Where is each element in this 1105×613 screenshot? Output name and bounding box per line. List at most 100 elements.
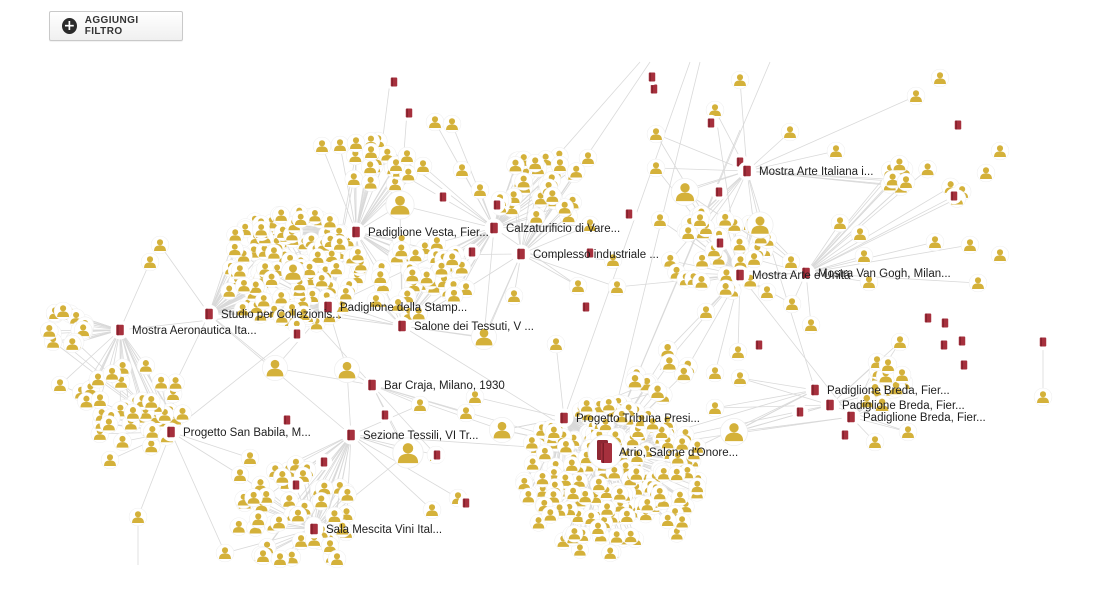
person-node[interactable] bbox=[53, 301, 73, 321]
place-node[interactable] bbox=[1034, 333, 1052, 351]
person-node[interactable] bbox=[688, 477, 707, 496]
place-node-tribuna[interactable] bbox=[554, 408, 574, 428]
place-node[interactable] bbox=[710, 183, 728, 201]
person-node[interactable] bbox=[925, 232, 945, 252]
person-node[interactable] bbox=[288, 506, 308, 525]
place-node[interactable] bbox=[315, 453, 333, 471]
person-node[interactable] bbox=[321, 212, 339, 231]
person-node[interactable] bbox=[334, 357, 360, 383]
place-node[interactable] bbox=[400, 104, 418, 122]
person-node[interactable] bbox=[960, 235, 980, 255]
person-node[interactable] bbox=[557, 437, 575, 456]
person-node[interactable] bbox=[781, 252, 801, 272]
place-node[interactable] bbox=[278, 411, 296, 429]
person-node[interactable] bbox=[254, 291, 273, 310]
person-node[interactable] bbox=[562, 456, 581, 474]
person-node[interactable] bbox=[442, 114, 462, 134]
place-node-sanbabila[interactable] bbox=[161, 422, 181, 442]
person-node[interactable] bbox=[705, 363, 725, 383]
person-node[interactable] bbox=[330, 135, 350, 155]
place-node-complesso[interactable] bbox=[511, 244, 531, 264]
person-node[interactable] bbox=[930, 68, 950, 88]
person-node[interactable] bbox=[599, 395, 618, 414]
person-node[interactable] bbox=[898, 422, 918, 442]
person-node[interactable] bbox=[780, 122, 800, 142]
person-node[interactable] bbox=[730, 235, 749, 254]
person-node[interactable] bbox=[577, 396, 596, 415]
person-node[interactable] bbox=[452, 160, 472, 180]
place-node[interactable] bbox=[620, 205, 638, 223]
person-node[interactable] bbox=[746, 211, 774, 239]
person-node[interactable] bbox=[90, 390, 110, 410]
person-node[interactable] bbox=[601, 544, 620, 562]
person-node[interactable] bbox=[650, 210, 670, 230]
place-node[interactable] bbox=[711, 234, 729, 252]
person-node[interactable] bbox=[658, 511, 677, 530]
person-node[interactable] bbox=[968, 273, 988, 293]
person-node[interactable] bbox=[113, 432, 132, 451]
person-node[interactable] bbox=[705, 398, 725, 418]
person-node[interactable] bbox=[801, 315, 821, 335]
person-node[interactable] bbox=[151, 373, 171, 392]
person-node[interactable] bbox=[526, 153, 545, 173]
person-node[interactable] bbox=[371, 267, 390, 287]
person-node[interactable] bbox=[504, 286, 524, 306]
person-node[interactable] bbox=[536, 444, 554, 463]
person-node[interactable] bbox=[50, 375, 70, 395]
person-node[interactable] bbox=[607, 527, 626, 546]
person-node[interactable] bbox=[716, 279, 735, 299]
person-node[interactable] bbox=[403, 266, 422, 285]
person-node[interactable] bbox=[336, 284, 355, 303]
person-node[interactable] bbox=[565, 524, 584, 543]
person-node[interactable] bbox=[564, 484, 582, 503]
person-node[interactable] bbox=[40, 321, 59, 340]
place-node[interactable] bbox=[791, 403, 809, 421]
person-node[interactable] bbox=[990, 141, 1010, 161]
person-node[interactable] bbox=[896, 172, 916, 192]
person-node[interactable] bbox=[470, 180, 490, 200]
person-node[interactable] bbox=[229, 517, 249, 536]
person-node[interactable] bbox=[325, 506, 344, 526]
person-node[interactable] bbox=[410, 395, 430, 415]
person-node[interactable] bbox=[270, 549, 290, 569]
person-node[interactable] bbox=[99, 415, 119, 434]
person-node[interactable] bbox=[422, 500, 442, 520]
place-node[interactable] bbox=[385, 73, 403, 91]
person-node[interactable] bbox=[865, 432, 885, 452]
person-node[interactable] bbox=[142, 392, 161, 411]
person-node[interactable] bbox=[262, 270, 281, 289]
place-node-breda1[interactable] bbox=[805, 380, 825, 400]
place-node[interactable] bbox=[836, 426, 854, 444]
person-node[interactable] bbox=[100, 450, 120, 470]
place-node-arteitaliana[interactable] bbox=[737, 161, 757, 181]
place-node[interactable] bbox=[463, 243, 481, 261]
person-node[interactable] bbox=[225, 240, 244, 259]
person-node[interactable] bbox=[627, 465, 646, 483]
person-node[interactable] bbox=[854, 246, 874, 266]
place-node[interactable] bbox=[434, 188, 452, 206]
place-node-breda2[interactable] bbox=[820, 395, 840, 415]
place-node[interactable] bbox=[949, 116, 967, 134]
person-node[interactable] bbox=[102, 364, 122, 383]
place-node[interactable] bbox=[953, 332, 971, 350]
person-node[interactable] bbox=[892, 365, 912, 385]
person-node[interactable] bbox=[230, 261, 249, 280]
place-node[interactable] bbox=[750, 336, 768, 354]
person-node[interactable] bbox=[230, 465, 250, 485]
person-node[interactable] bbox=[173, 404, 192, 423]
place-node-aeronautica[interactable] bbox=[110, 320, 130, 340]
person-node[interactable] bbox=[235, 276, 253, 295]
person-node[interactable] bbox=[757, 282, 777, 302]
person-node[interactable] bbox=[578, 148, 598, 168]
place-node[interactable] bbox=[287, 476, 305, 494]
place-node[interactable] bbox=[945, 187, 963, 205]
person-node[interactable] bbox=[646, 158, 666, 178]
person-node[interactable] bbox=[262, 355, 288, 381]
person-node[interactable] bbox=[589, 519, 607, 538]
person-node[interactable] bbox=[442, 250, 462, 269]
place-node-studio[interactable] bbox=[199, 304, 219, 324]
person-node[interactable] bbox=[269, 513, 289, 532]
person-node[interactable] bbox=[330, 235, 349, 253]
person-node[interactable] bbox=[252, 220, 271, 239]
person-node[interactable] bbox=[506, 156, 525, 175]
